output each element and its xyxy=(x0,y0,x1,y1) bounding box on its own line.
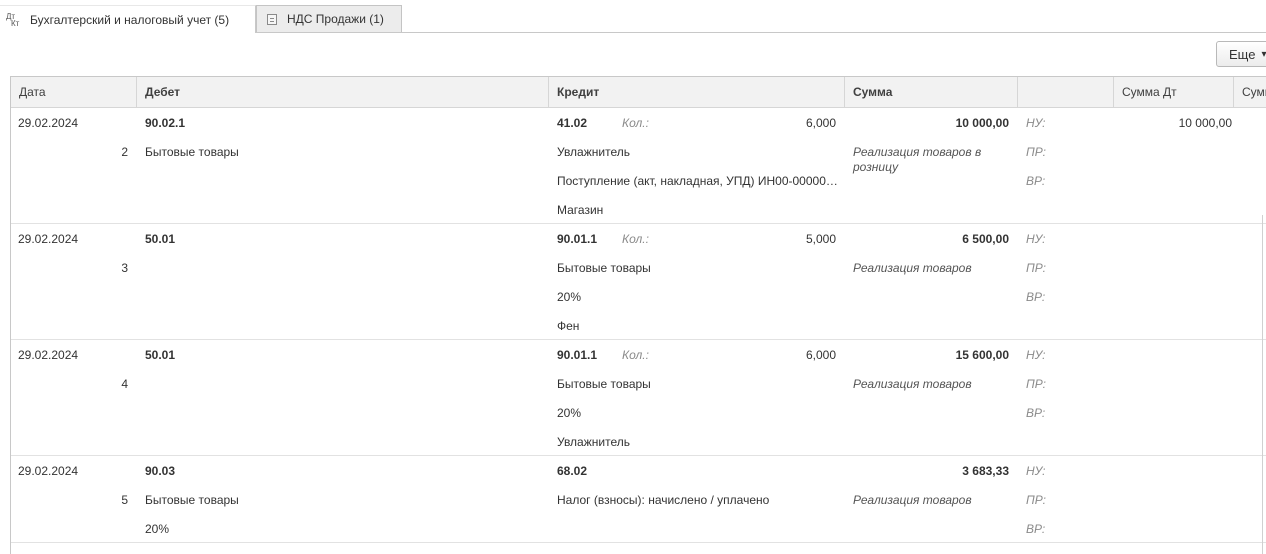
dt-kt-icon: Дт Кт xyxy=(6,11,20,28)
vr-label: ВР: xyxy=(1026,174,1046,188)
nu-label: НУ: xyxy=(1026,348,1046,362)
posting-sum: 15 600,00 xyxy=(955,348,1009,362)
column-header-date[interactable]: Дата xyxy=(11,77,137,107)
tab-accounting[interactable]: Дт Кт Бухгалтерский и налоговый учет (5) xyxy=(0,5,256,33)
posting-content: Реализация товаров xyxy=(853,261,972,275)
table-row[interactable]: 29.02.2024 4 50.01 90.01.1 Кол.: 6,000 Б… xyxy=(11,340,1266,456)
vr-label: ВР: xyxy=(1026,406,1046,420)
tab-accounting-label: Бухгалтерский и налоговый учет (5) xyxy=(30,12,230,27)
debit-subconto: 20% xyxy=(145,522,170,536)
credit-subconto: Налог (взносы): начислено / уплачено xyxy=(557,493,770,507)
row-date: 29.02.2024 xyxy=(18,116,79,130)
row-date: 29.02.2024 xyxy=(18,348,79,362)
column-header-accounting-type[interactable] xyxy=(1018,77,1114,107)
table-row[interactable]: 29.02.2024 5 90.03 Бытовые товары 20% 68… xyxy=(11,456,1266,543)
pr-label: ПР: xyxy=(1026,377,1046,391)
row-number: 3 xyxy=(121,261,128,275)
credit-account: 90.01.1 xyxy=(557,348,598,362)
credit-subconto: Увлажнитель xyxy=(557,435,630,449)
tab-vat-sales[interactable]: НДС Продажи (1) xyxy=(256,5,402,32)
quantity-value: 6,000 xyxy=(805,348,836,362)
row-number: 2 xyxy=(121,145,128,159)
scroll-edge xyxy=(1262,215,1263,554)
table-row[interactable]: 29.02.2024 3 50.01 90.01.1 Кол.: 5,000 Б… xyxy=(11,224,1266,340)
row-date: 29.02.2024 xyxy=(18,464,79,478)
credit-subconto: Бытовые товары xyxy=(557,377,651,391)
credit-subconto: 20% xyxy=(557,406,582,420)
more-button[interactable]: Еще ▾ xyxy=(1216,41,1266,67)
tab-bar: Дт Кт Бухгалтерский и налоговый учет (5)… xyxy=(0,0,1266,33)
table-header: Дата Дебет Кредит Сумма Сумма Дт Сумма К… xyxy=(11,77,1266,108)
pr-label: ПР: xyxy=(1026,493,1046,507)
debit-subconto: Бытовые товары xyxy=(145,493,239,507)
debit-account: 50.01 xyxy=(145,348,176,362)
debit-subconto: Бытовые товары xyxy=(145,145,239,159)
column-header-sum-kt[interactable]: Сумма Кт xyxy=(1234,77,1266,107)
postings-table: Дата Дебет Кредит Сумма Сумма Дт Сумма К… xyxy=(10,76,1266,554)
nu-label: НУ: xyxy=(1026,232,1046,246)
posting-content: Реализация товаров в розницу xyxy=(853,145,982,174)
column-header-credit[interactable]: Кредит xyxy=(549,77,845,107)
column-header-sum[interactable]: Сумма xyxy=(845,77,1018,107)
tab-vat-sales-label: НДС Продажи (1) xyxy=(287,12,384,26)
debit-account: 90.03 xyxy=(145,464,176,478)
quantity-label: Кол.: xyxy=(622,348,649,362)
pr-label: ПР: xyxy=(1026,261,1046,275)
vr-label: ВР: xyxy=(1026,290,1046,304)
vr-label: ВР: xyxy=(1026,522,1046,536)
sum-dt-value: 10 000,00 xyxy=(1178,116,1232,130)
row-number: 4 xyxy=(121,377,128,391)
nu-label: НУ: xyxy=(1026,464,1046,478)
nu-label: НУ: xyxy=(1026,116,1046,130)
quantity-label: Кол.: xyxy=(622,232,649,246)
credit-subconto: Бытовые товары xyxy=(557,261,651,275)
credit-subconto: 20% xyxy=(557,290,582,304)
document-icon xyxy=(267,13,277,25)
chevron-down-icon: ▾ xyxy=(1261,48,1266,60)
credit-subconto: Увлажнитель xyxy=(557,145,630,159)
posting-sum: 3 683,33 xyxy=(962,464,1009,478)
quantity-value: 5,000 xyxy=(805,232,836,246)
quantity-value: 6,000 xyxy=(805,116,836,130)
posting-sum: 6 500,00 xyxy=(962,232,1009,246)
table-row[interactable]: 29.02.2024 2 90.02.1 Бытовые товары 41.0… xyxy=(11,108,1266,224)
row-date: 29.02.2024 xyxy=(18,232,79,246)
row-number: 5 xyxy=(121,493,128,507)
credit-subconto: Фен xyxy=(557,319,580,333)
credit-account: 90.01.1 xyxy=(557,232,598,246)
column-header-debit[interactable]: Дебет xyxy=(137,77,549,107)
credit-subconto: Поступление (акт, накладная, УПД) ИН00-0… xyxy=(557,174,839,188)
more-button-label: Еще xyxy=(1229,46,1256,62)
column-header-sum-dt[interactable]: Сумма Дт xyxy=(1114,77,1234,107)
quantity-label: Кол.: xyxy=(622,116,649,130)
posting-content: Реализация товаров xyxy=(853,493,972,507)
credit-account: 68.02 xyxy=(557,464,588,478)
debit-account: 50.01 xyxy=(145,232,176,246)
credit-account: 41.02 xyxy=(557,116,588,130)
credit-subconto: Магазин xyxy=(557,203,604,217)
pr-label: ПР: xyxy=(1026,145,1046,159)
debit-account: 90.02.1 xyxy=(145,116,186,130)
posting-content: Реализация товаров xyxy=(853,377,972,391)
posting-sum: 10 000,00 xyxy=(955,116,1009,130)
